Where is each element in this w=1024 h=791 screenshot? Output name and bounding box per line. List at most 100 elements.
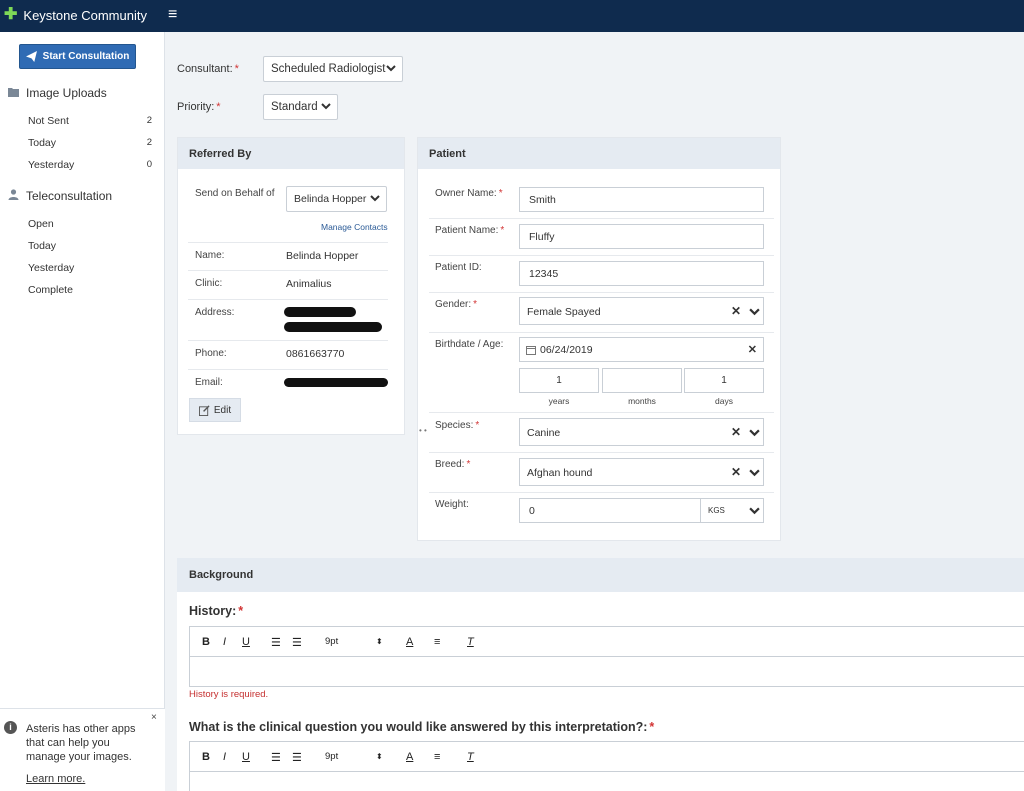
paper-plane-icon (25, 51, 37, 62)
patient-id-input[interactable]: 12345 (519, 261, 764, 286)
age-months-input[interactable] (602, 368, 682, 393)
weight-label: Weight: (435, 499, 469, 510)
font-size-select[interactable]: 9pt (325, 636, 338, 647)
chevron-down-icon (749, 469, 760, 477)
clinical-question-label: What is the clinical question you would … (189, 720, 654, 734)
weight-input[interactable]: 0 (519, 498, 701, 523)
required-marker: * (475, 420, 480, 431)
age-years-input[interactable]: 1 (519, 368, 599, 393)
sidebar-item-count: 2 (146, 115, 152, 126)
clear-format-icon[interactable]: T (467, 636, 474, 648)
nav-section-teleconsultation[interactable]: Teleconsultation (8, 189, 112, 203)
species-label-text: Species: (435, 420, 474, 431)
name-value: Belinda Hopper (286, 250, 359, 262)
brand[interactable]: ✚ Keystone Community (4, 6, 147, 24)
editor-toolbar: B I U ☰ ☰ 9pt ⬍ A ≡ T (190, 742, 1024, 772)
font-size-select[interactable]: 9pt (325, 751, 338, 762)
owner-name-input[interactable]: Smith (519, 187, 764, 212)
chevron-down-icon (749, 429, 760, 437)
species-label: Species: * (435, 420, 479, 431)
nav-section-label: Image Uploads (26, 86, 107, 100)
unordered-list-icon[interactable]: ☰ (292, 636, 302, 649)
drag-handle-icon[interactable]: • • (419, 426, 427, 435)
bold-button[interactable]: B (202, 751, 210, 763)
consultant-label: Consultant: * (177, 63, 239, 75)
font-size-chevron-icon[interactable]: ⬍ (376, 637, 383, 646)
breed-select[interactable]: Afghan hound ✕ (519, 458, 764, 486)
clear-icon[interactable]: ✕ (731, 465, 741, 479)
gender-value: Female Spayed (527, 306, 601, 318)
species-select[interactable]: Canine ✕ (519, 418, 764, 446)
clear-icon[interactable]: ✕ (731, 304, 741, 318)
weight-unit-select[interactable]: KGS (700, 498, 764, 523)
folder-upload-icon (8, 87, 20, 100)
italic-button[interactable]: I (223, 751, 226, 763)
sidebar-item-not-sent[interactable]: Not Sent 2 (28, 115, 152, 127)
background-panel: Background History: * B I U ☰ ☰ 9pt ⬍ A ≡… (177, 558, 1024, 791)
send-on-behalf-value: Belinda Hopper (294, 193, 367, 205)
ordered-list-icon[interactable]: ☰ (271, 636, 281, 649)
weight-unit-value: KGS (708, 506, 725, 515)
font-size-chevron-icon[interactable]: ⬍ (376, 752, 383, 761)
patient-name-input[interactable]: Fluffy (519, 224, 764, 249)
required-marker: * (649, 720, 655, 734)
sidebar-item-complete[interactable]: Complete (28, 284, 152, 296)
birthdate-input[interactable]: 06/24/2019 ✕ (519, 337, 764, 362)
breed-value: Afghan hound (527, 467, 593, 479)
referred-by-panel: Referred By Send on Behalf of Belinda Ho… (177, 137, 405, 435)
sidebar-item-open[interactable]: Open (28, 218, 152, 230)
align-icon[interactable]: ≡ (434, 636, 440, 648)
clear-format-icon[interactable]: T (467, 751, 474, 763)
close-icon[interactable]: × (151, 712, 157, 723)
start-consultation-button[interactable]: Start Consultation (19, 44, 136, 69)
priority-select[interactable]: Standard (263, 94, 338, 120)
learn-more-link[interactable]: Learn more. (26, 773, 85, 785)
history-label: History: * (189, 604, 243, 618)
clear-icon[interactable]: ✕ (731, 425, 741, 439)
patient-panel: Patient Owner Name: * Smith Patient Name:… (417, 137, 781, 541)
sidebar-item-uploads-today[interactable]: Today 2 (28, 137, 152, 149)
send-on-behalf-label: Send on Behalf of (195, 188, 275, 199)
breed-label: Breed: * (435, 459, 470, 470)
email-label: Email: (195, 377, 223, 388)
address-label: Address: (195, 307, 235, 318)
ordered-list-icon[interactable]: ☰ (271, 751, 281, 764)
underline-button[interactable]: U (242, 636, 250, 648)
sidebar-item-uploads-yesterday[interactable]: Yesterday 0 (28, 159, 152, 171)
manage-contacts-link[interactable]: Manage Contacts (321, 222, 388, 232)
age-days-input[interactable]: 1 (684, 368, 764, 393)
sidebar-item-tele-yesterday[interactable]: Yesterday (28, 262, 152, 274)
apps-info-box: × i Asteris has other apps that can help… (0, 708, 165, 791)
divider (429, 492, 774, 493)
hamburger-icon[interactable]: ≡ (168, 6, 177, 24)
sidebar-item-label: Yesterday (28, 159, 75, 171)
underline-button[interactable]: U (242, 751, 250, 763)
user-icon (8, 189, 20, 203)
redacted-address-line-1 (284, 307, 356, 317)
owner-name-label: Owner Name: * (435, 188, 503, 199)
phone-value: 0861663770 (286, 348, 345, 360)
chevron-down-icon (321, 103, 331, 110)
gender-select[interactable]: Female Spayed ✕ (519, 297, 764, 325)
edit-icon (198, 404, 210, 416)
consultant-select[interactable]: Scheduled Radiologist (263, 56, 403, 82)
app-title: Keystone Community (23, 7, 147, 23)
nav-section-image-uploads[interactable]: Image Uploads (8, 86, 107, 100)
clinical-question-text-area[interactable] (190, 772, 1024, 791)
italic-button[interactable]: I (223, 636, 226, 648)
edit-button[interactable]: Edit (189, 398, 241, 422)
send-on-behalf-select[interactable]: Belinda Hopper (286, 186, 387, 212)
sidebar-item-tele-today[interactable]: Today (28, 240, 152, 252)
divider (429, 218, 774, 219)
required-marker: * (466, 459, 471, 470)
panel-title: Referred By (178, 138, 404, 169)
font-color-icon[interactable]: A (406, 636, 413, 648)
redacted-address-line-2 (284, 322, 382, 332)
font-color-icon[interactable]: A (406, 751, 413, 763)
unordered-list-icon[interactable]: ☰ (292, 751, 302, 764)
bold-button[interactable]: B (202, 636, 210, 648)
required-marker: * (234, 63, 239, 75)
clear-icon[interactable]: ✕ (748, 343, 757, 356)
history-text-area[interactable] (190, 657, 1024, 687)
align-icon[interactable]: ≡ (434, 751, 440, 763)
